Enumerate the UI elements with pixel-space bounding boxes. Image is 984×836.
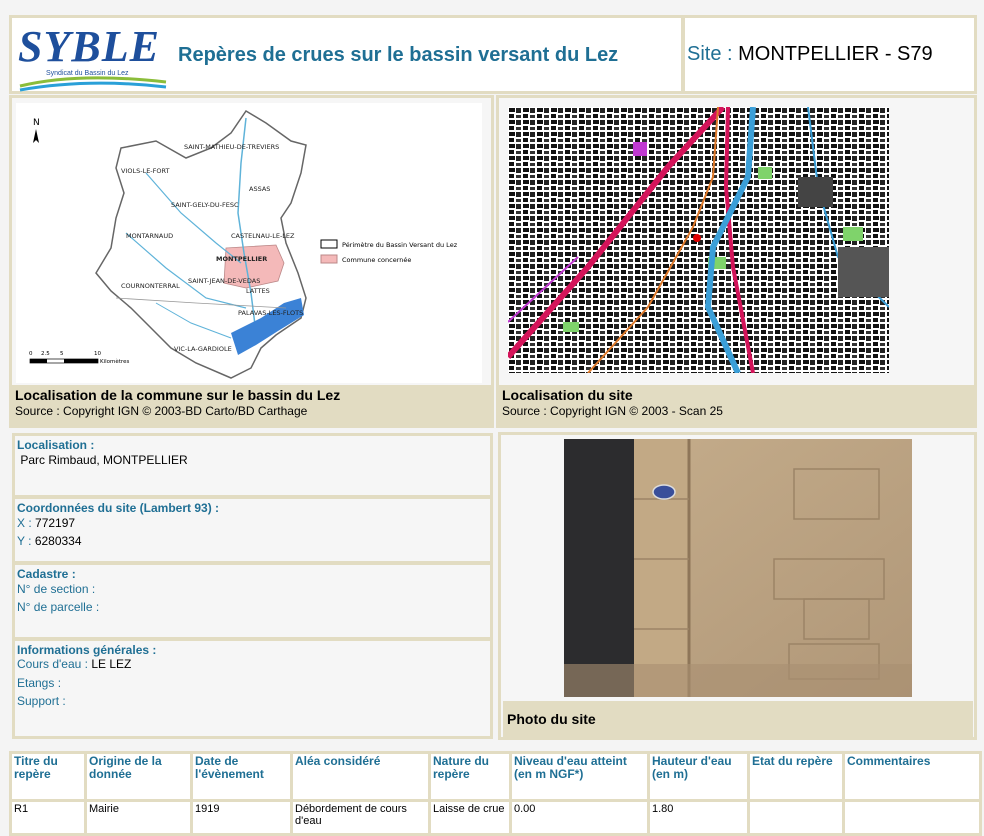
place-label: LATTES [246,287,270,295]
etangs-row: Etangs : [17,676,61,690]
cell-date: 1919 [190,799,293,836]
localisation-label: Localisation : [17,438,95,452]
col-header-commentaires: Commentaires [842,751,982,802]
flood-mark-plaque [652,484,676,500]
cell-origine: Mairie [84,799,193,836]
photo-caption: Photo du site [503,701,973,737]
place-label: ASSAS [249,185,270,193]
col-header-alea: Aléa considéré [290,751,431,802]
commune-map-caption: Localisation de la commune sur le bassin… [12,385,491,425]
commune-map-title: Localisation de la commune sur le bassin… [15,387,341,403]
parcelle-label: N° de parcelle : [17,600,100,614]
coordinates-panel: Coordonnées du site (Lambert 93) : X : 7… [12,496,493,564]
site-map-panel: Localisation du site Source : Copyright … [496,95,977,428]
col-header-nature: Nature du repère [428,751,512,802]
cours-row: Cours d'eau : LE LEZ [17,657,131,671]
cadastre-panel: Cadastre : N° de section : N° de parcell… [12,562,493,640]
north-arrow-label: N [33,118,40,128]
col-header-hauteur: Hauteur d'eau (en m) [647,751,750,802]
site-map-source: Source : Copyright IGN © 2003 - Scan 25 [502,404,723,418]
logo-wordmark: SYBLE [18,22,160,71]
etangs-label: Etangs : [17,676,62,690]
localisation-value: Parc Rimbaud, MONTPELLIER [17,453,188,467]
place-label: MONTPELLIER [216,255,267,263]
cours-label: Cours d'eau : [17,657,88,671]
table-row: R1 Mairie 1919 Débordement de cours d'ea… [9,799,982,836]
place-label: COURNONTERRAL [121,282,180,290]
photo-panel: Photo du site [498,432,977,740]
table-header-row: Titre du repère Origine de la donnée Dat… [9,751,982,802]
commune-map-source: Source : Copyright IGN © 2003-BD Carto/B… [15,404,308,418]
legend-swatch-commune [320,254,338,264]
cell-alea: Débordement de cours d'eau [290,799,431,836]
y-label: Y : [17,534,32,548]
logo-subtitle: Syndicat du Bassin du Lez [46,70,129,77]
site-header: Site : MONTPELLIER - S79 [682,15,977,94]
x-value: 772197 [35,516,76,530]
parcelle-row: N° de parcelle : [17,600,99,614]
place-label: VIC-LA-GARDIOLE [174,345,232,353]
scale-label: 5 [60,351,64,357]
col-header-date: Date de l'évènement [190,751,293,802]
coordinates-label: Coordonnées du site (Lambert 93) : [17,501,220,515]
place-label: PALAVAS-LES-FLOTS [238,309,303,317]
site-label: Site : [687,43,733,65]
basin-outline [95,109,307,379]
cadastre-label: Cadastre : [17,567,76,581]
col-header-origine: Origine de la donnée [84,751,193,802]
cell-hauteur: 1.80 [647,799,750,836]
col-header-niveau: Niveau d'eau atteint (en m NGF*) [509,751,650,802]
site-map [508,107,889,373]
site-photo [564,439,912,697]
y-value: 6280334 [34,534,82,548]
place-label: VIOLS-LE-FORT [121,167,170,175]
support-row: Support : [17,694,66,708]
site-marker-icon [693,234,701,242]
section-row: N° de section : [17,582,95,596]
section-label: N° de section : [17,582,96,596]
place-label: MONTARNAUD [126,232,173,240]
logo-swoosh-icon [19,76,167,92]
scale-label: Kilomètres [100,358,129,365]
place-label: SAINT-MATHIEU-DE-TREVIERS [184,143,279,151]
scale-label: 10 [94,351,101,357]
col-header-titre: Titre du repère [9,751,87,802]
syble-logo: SYBLE Syndicat du Bassin du Lez [18,22,168,92]
legend-label-basin: Périmètre du Bassin Versant du Lez [342,241,458,249]
support-label: Support : [17,694,66,708]
x-label: X : [17,516,32,530]
legend-swatch-basin [320,239,338,249]
cell-nature: Laisse de crue [428,799,512,836]
col-header-etat: Etat du repère [747,751,845,802]
general-info-panel: Informations générales : Cours d'eau : L… [12,638,493,739]
coordinate-x: X : 772197 [17,516,75,530]
place-label: CASTELNAU-LE-LEZ [231,232,295,240]
cell-titre: R1 [9,799,87,836]
coordinate-y: Y : 6280334 [17,534,82,548]
cell-etat [747,799,845,836]
legend-label-commune: Commune concernée [342,256,411,264]
general-info-label: Informations générales : [17,643,157,657]
site-identifier: Site : MONTPELLIER - S79 [687,43,933,66]
scale-label: 0 [29,351,33,357]
header-banner: SYBLE Syndicat du Bassin du Lez Repères … [9,15,684,94]
north-arrow-icon [33,129,39,143]
place-label: SAINT-GELY-DU-FESC [171,201,239,209]
place-label: SAINT-JEAN-DE-VEDAS [188,277,260,285]
commune-map: N SAINT-MATHIEU-DE-TREVIERS VIOLS-LE-FOR… [16,103,482,383]
door-shadow [564,439,634,697]
flood-marks-table: Titre du repère Origine de la donnée Dat… [9,751,982,836]
site-value: MONTPELLIER - S79 [738,43,933,65]
localisation-panel: Localisation : Parc Rimbaud, MONTPELLIER [12,433,493,498]
scale-label: 2.5 [41,351,50,357]
commune-map-panel: N SAINT-MATHIEU-DE-TREVIERS VIOLS-LE-FOR… [9,95,494,428]
cell-commentaires [842,799,982,836]
page-title: Repères de crues sur le bassin versant d… [178,44,619,66]
site-map-title: Localisation du site [502,387,633,403]
site-map-caption: Localisation du site Source : Copyright … [499,385,974,425]
cours-value: LE LEZ [91,657,132,671]
cell-niveau: 0.00 [509,799,650,836]
